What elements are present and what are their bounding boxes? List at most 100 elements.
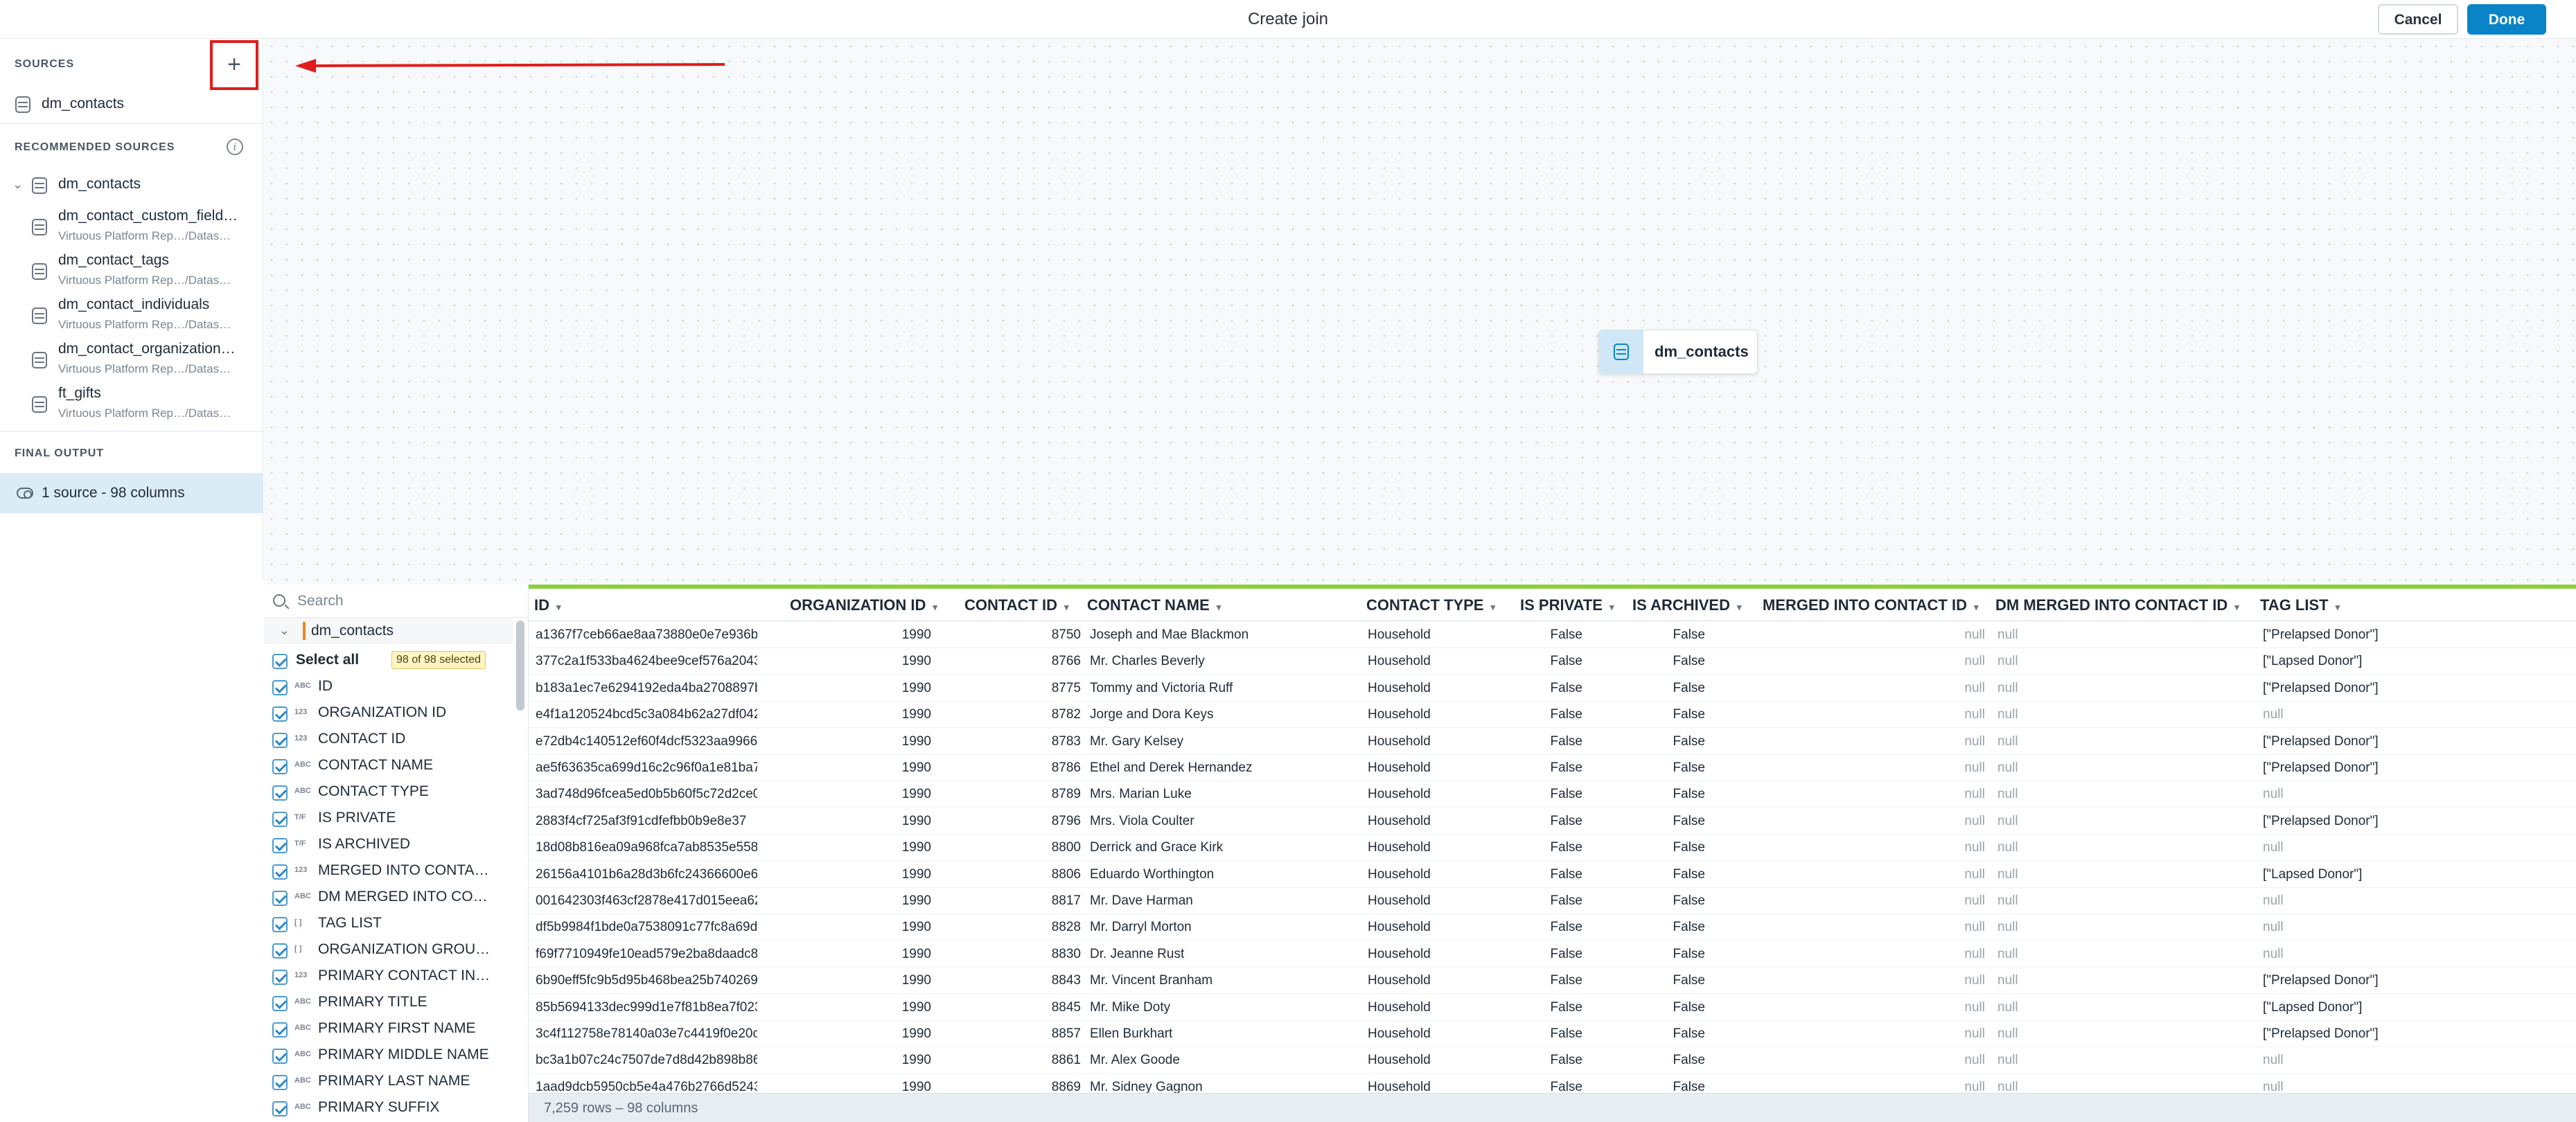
column-row[interactable]: ABC ID bbox=[264, 673, 513, 700]
chevron-down-icon[interactable]: ▾ bbox=[1609, 602, 1614, 612]
table-row[interactable]: a1367f7ceb66ae8aa73880e0e7e936b0 1990 8750… bbox=[529, 622, 2576, 648]
table-row[interactable]: 001642303f463cf2878e417d015eea62 1990 8817… bbox=[529, 888, 2576, 914]
column-row[interactable]: ABC PRIMARY SUFFIX bbox=[264, 1094, 513, 1121]
source-node[interactable]: dm_contacts bbox=[1598, 330, 1758, 374]
column-row[interactable]: 123 ORGANIZATION ID bbox=[264, 700, 513, 726]
column-checkbox[interactable] bbox=[272, 864, 288, 880]
table-row[interactable]: e4f1a120524bcd5c3a084b62a27df042 1990 8782… bbox=[529, 702, 2576, 728]
column-checkbox[interactable] bbox=[272, 996, 288, 1011]
join-canvas[interactable]: dm_contacts bbox=[264, 39, 2576, 585]
table-row[interactable]: b183a1ec7e6294192eda4ba2708897b3 1990 8775… bbox=[529, 675, 2576, 702]
header-is-archived[interactable]: IS ARCHIVED ▾ bbox=[1632, 591, 1742, 619]
header-label: CONTACT NAME bbox=[1087, 596, 1210, 614]
chevron-down-icon[interactable]: ▾ bbox=[1217, 602, 1221, 612]
column-row[interactable]: ABC DM MERGED INTO CO… bbox=[264, 884, 513, 910]
column-row[interactable]: 123 PRIMARY CONTACT IN… bbox=[264, 963, 513, 989]
column-checkbox[interactable] bbox=[272, 943, 288, 959]
cancel-button[interactable]: Cancel bbox=[2378, 4, 2458, 35]
header-merged-into-contact-id[interactable]: MERGED INTO CONTACT ID ▾ bbox=[1763, 591, 1979, 619]
annotation-arrow bbox=[295, 59, 725, 73]
chevron-down-icon[interactable]: ▾ bbox=[1064, 602, 1069, 612]
cell-merged-into-contact-id: null bbox=[1964, 1000, 1985, 1015]
table-row[interactable]: 26156a4101b6a28d3b6fc24366600e61 1990 8806… bbox=[529, 862, 2576, 888]
source-group-header[interactable]: ⌄ dm_contacts bbox=[264, 618, 513, 644]
chevron-down-icon[interactable]: ▾ bbox=[1974, 602, 1979, 612]
table-row[interactable]: 3c4f112758e78140a03e7c4419f0e20c 1990 8857… bbox=[529, 1021, 2576, 1047]
table-row[interactable]: 6b90eff5fc9b5d95b468bea25b740269 1990 8843… bbox=[529, 968, 2576, 994]
cell-tag-list: null bbox=[2263, 947, 2284, 961]
chevron-down-icon[interactable]: ▾ bbox=[2234, 602, 2239, 612]
chevron-down-icon[interactable]: ▾ bbox=[556, 602, 561, 612]
column-row[interactable]: ABC PRIMARY FIRST NAME bbox=[264, 1015, 513, 1042]
column-checkbox[interactable] bbox=[272, 759, 288, 774]
cell-tag-list: null bbox=[2263, 840, 2284, 855]
cell-merged-into-contact-id: null bbox=[1964, 814, 1985, 828]
info-icon[interactable]: i bbox=[227, 139, 243, 155]
column-checkbox[interactable] bbox=[272, 1022, 288, 1038]
chevron-down-icon[interactable]: ▾ bbox=[2336, 602, 2340, 612]
add-source-button[interactable]: + bbox=[210, 40, 258, 90]
cell-id: 85b5694133dec999d1e7f81b8ea7f023 bbox=[536, 1000, 757, 1015]
table-row[interactable]: 18d08b816ea09a968fca7ab8535e558d 1990 8800… bbox=[529, 835, 2576, 861]
column-row[interactable]: ABC PRIMARY MIDDLE NAME bbox=[264, 1042, 513, 1068]
column-checkbox[interactable] bbox=[272, 891, 288, 906]
header-contact-name[interactable]: CONTACT NAME ▾ bbox=[1087, 591, 1221, 619]
table-row[interactable]: bc3a1b07c24c7507de7d8d42b898b86d 1990 8861… bbox=[529, 1047, 2576, 1074]
column-row[interactable]: T/F IS ARCHIVED bbox=[264, 831, 513, 857]
column-checkbox[interactable] bbox=[272, 1049, 288, 1064]
select-all-checkbox[interactable] bbox=[272, 654, 288, 669]
column-row[interactable]: 123 MERGED INTO CONTA… bbox=[264, 857, 513, 884]
column-checkbox[interactable] bbox=[272, 706, 288, 722]
column-checkbox[interactable] bbox=[272, 1075, 288, 1090]
header-id[interactable]: ID ▾ bbox=[534, 591, 561, 619]
header-tag-list[interactable]: TAG LIST ▾ bbox=[2260, 591, 2340, 619]
column-checkbox[interactable] bbox=[272, 970, 288, 985]
recommended-item-path: Virtuous Platform Rep…/Datas… bbox=[58, 229, 231, 242]
chevron-down-icon[interactable]: ▾ bbox=[1490, 602, 1495, 612]
cell-dm-merged-into-contact-id: null bbox=[1997, 734, 2018, 749]
column-row[interactable]: [ ] TAG LIST bbox=[264, 910, 513, 936]
header-contact-type[interactable]: CONTACT TYPE ▾ bbox=[1366, 591, 1495, 619]
chevron-down-icon[interactable]: ▾ bbox=[1737, 602, 1742, 612]
page-title: Create join bbox=[1247, 10, 1329, 28]
column-checkbox[interactable] bbox=[272, 680, 288, 695]
column-row[interactable]: [ ] ORGANIZATION GROU… bbox=[264, 936, 513, 963]
column-row[interactable]: 123 CONTACT ID bbox=[264, 726, 513, 752]
column-checkbox[interactable] bbox=[272, 917, 288, 932]
table-row[interactable]: 85b5694133dec999d1e7f81b8ea7f023 1990 8845… bbox=[529, 995, 2576, 1021]
chevron-down-icon[interactable]: ⌄ bbox=[279, 623, 290, 638]
column-row[interactable]: ABC PRIMARY LAST NAME bbox=[264, 1068, 513, 1094]
select-all-row[interactable]: Select all 98 of 98 selected bbox=[264, 647, 513, 673]
column-row[interactable]: ABC PRIMARY TITLE bbox=[264, 989, 513, 1015]
table-row[interactable]: df5b9984f1bde0a7538091c77fc8a69d 1990 8828… bbox=[529, 914, 2576, 941]
cell-id: f69f7710949fe10ead579e2ba8daadc8 bbox=[536, 947, 757, 961]
table-row[interactable]: 3ad748d96fcea5ed0b5b60f5c72d2ce0 1990 8789… bbox=[529, 781, 2576, 808]
column-checkbox[interactable] bbox=[272, 838, 288, 853]
column-checkbox[interactable] bbox=[272, 812, 288, 827]
table-row[interactable]: ae5f63635ca699d16c2c96f0a1e81ba7 1990 8786… bbox=[529, 755, 2576, 781]
header-is-private[interactable]: IS PRIVATE ▾ bbox=[1520, 591, 1614, 619]
column-checkbox[interactable] bbox=[272, 1101, 288, 1116]
table-row[interactable]: f69f7710949fe10ead579e2ba8daadc8 1990 8830… bbox=[529, 941, 2576, 968]
table-row[interactable]: 2883f4cf725af3f91cdfefbb0b9e8e37 1990 8796… bbox=[529, 808, 2576, 835]
final-output-item[interactable]: 1 source - 98 columns bbox=[0, 473, 263, 513]
column-checkbox[interactable] bbox=[272, 733, 288, 748]
header-dm-merged-into-contact-id[interactable]: DM MERGED INTO CONTACT ID ▾ bbox=[1995, 591, 2239, 619]
column-checkbox[interactable] bbox=[272, 785, 288, 801]
table-row[interactable]: e72db4c140512ef60f4dcf5323aa9966 1990 8783… bbox=[529, 729, 2576, 755]
header-label: CONTACT ID bbox=[964, 596, 1058, 614]
cell-is-archived: False bbox=[1673, 1053, 1705, 1067]
header-label: CONTACT TYPE bbox=[1366, 596, 1484, 614]
scrollbar[interactable] bbox=[516, 621, 524, 711]
column-row[interactable]: ABC CONTACT TYPE bbox=[264, 778, 513, 805]
table-row[interactable]: 377c2a1f533ba4624bee9cef576a2043 1990 8766… bbox=[529, 648, 2576, 675]
search-input[interactable] bbox=[296, 590, 518, 612]
chevron-down-icon[interactable]: ▾ bbox=[933, 602, 937, 612]
column-label: CONTACT NAME bbox=[318, 757, 434, 773]
chevron-down-icon[interactable]: ⌄ bbox=[12, 177, 23, 192]
done-button[interactable]: Done bbox=[2467, 4, 2546, 35]
column-row[interactable]: T/F IS PRIVATE bbox=[264, 805, 513, 831]
header-organization-id[interactable]: ORGANIZATION ID ▾ bbox=[790, 591, 937, 619]
header-contact-id[interactable]: CONTACT ID ▾ bbox=[964, 591, 1069, 619]
column-row[interactable]: ABC CONTACT NAME bbox=[264, 752, 513, 778]
